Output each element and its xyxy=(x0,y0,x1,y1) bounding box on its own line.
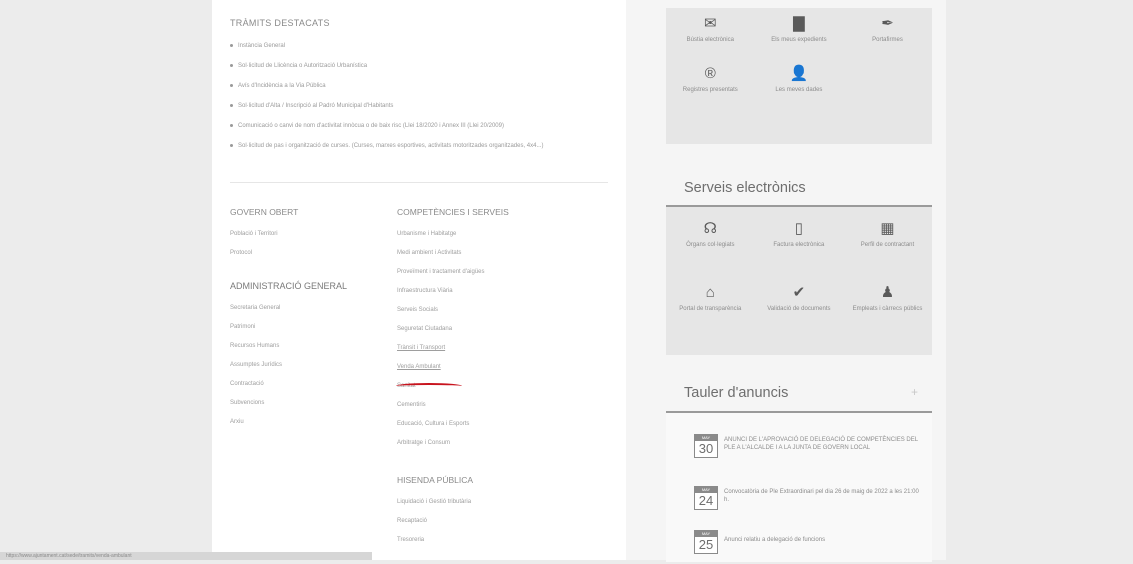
user-services-card: ✉ Bústia electrònica ▇ Els meus expedien… xyxy=(666,8,932,144)
notice-text[interactable]: Anunci relatiu a delegació de funcions xyxy=(724,536,924,544)
tile-bustia[interactable]: ✉ Bústia electrònica xyxy=(666,8,755,58)
tile-organs[interactable]: ☊ Òrgans col·legiats xyxy=(666,213,755,263)
govern-obert-section: GOVERN OBERT Població i Territori Protoc… xyxy=(230,206,400,268)
tile-registres[interactable]: ® Registres presentats xyxy=(666,58,755,108)
browser-status-bar: https://www.ajuntament.cat/sede/tramits/… xyxy=(0,552,372,560)
nav-link[interactable]: Cementiris xyxy=(397,401,567,420)
tile-factura[interactable]: ▯ Factura electrònica xyxy=(755,213,844,263)
envelope-icon: ✉ xyxy=(704,15,717,32)
notice-item[interactable]: MAY 25 Anunci relatiu a delegació de fun… xyxy=(694,530,924,564)
tile-label: Registres presentats xyxy=(682,87,738,93)
competencies-section: COMPETÈNCIES I SERVEIS Urbanisme i Habit… xyxy=(397,206,567,458)
tramit-link[interactable]: Avís d'Incidència a la Via Pública xyxy=(228,82,608,90)
nav-link[interactable]: Medi ambient i Activitats xyxy=(397,249,567,268)
calendar-date: MAY 24 xyxy=(694,486,718,510)
tile-label: Bústia electrònica xyxy=(686,37,734,43)
quill-icon: ✒ xyxy=(881,15,894,32)
tile-dades[interactable]: 👤 Les meves dades xyxy=(755,58,844,108)
tile-label: Òrgans col·legiats xyxy=(686,242,735,248)
nav-link[interactable]: Urbanisme i Habitatge xyxy=(397,230,567,249)
nav-link[interactable]: Serveis Socials xyxy=(397,306,567,325)
nav-link[interactable]: Secretaria General xyxy=(230,304,400,323)
tramit-link[interactable]: Instància General xyxy=(228,42,608,50)
tile-label: Els meus expedients xyxy=(771,37,827,43)
tile-label: Perfil de contractant xyxy=(860,242,915,248)
broadcast-icon: ☊ xyxy=(703,220,717,237)
administracio-section: ADMINISTRACIÓ GENERAL Secretaria General… xyxy=(230,280,400,437)
tile-portafirmes[interactable]: ✒ Portafirmes xyxy=(843,8,932,58)
registered-icon: ® xyxy=(704,65,716,82)
nav-link[interactable]: Arbitratge i Consum xyxy=(397,439,567,458)
nav-link-venda-ambulant[interactable]: Venda Ambulant xyxy=(397,363,567,382)
nav-link[interactable]: Educació, Cultura i Esports xyxy=(397,420,567,439)
divider xyxy=(230,182,608,183)
tile-label: Factura electrònica xyxy=(773,242,825,248)
nav-link[interactable]: Contractació xyxy=(230,380,400,399)
tile-label: Validació de documents xyxy=(767,306,831,312)
institution-icon: ⌂ xyxy=(705,284,715,301)
calendar-date: MAY 25 xyxy=(694,530,718,554)
tramits-list: Instància General Sol·licitud de Llicènc… xyxy=(228,42,608,162)
document-icon: ▯ xyxy=(794,220,804,237)
tile-label: Portafirmes xyxy=(872,37,903,43)
section-heading: HISENDA PÚBLICA xyxy=(397,475,474,485)
nav-link[interactable]: Tresoreria xyxy=(397,536,567,555)
section-heading: COMPETÈNCIES I SERVEIS xyxy=(397,207,509,217)
check-icon: ✔ xyxy=(792,284,806,301)
tile-label: Empleats i càrrecs públics xyxy=(852,306,923,312)
nav-link[interactable]: Liquidació i Gestió tributària xyxy=(397,498,567,517)
nav-link[interactable]: Infraestructura Viària xyxy=(397,287,567,306)
plus-icon[interactable]: + xyxy=(911,385,918,399)
tile-validacio[interactable]: ✔ Validació de documents xyxy=(755,277,844,327)
tramit-link[interactable]: Comunicació o canvi de nom d'activitat i… xyxy=(228,122,608,130)
nav-link[interactable]: Proveïment i tractament d'aigües xyxy=(397,268,567,287)
tramits-title: TRÀMITS DESTACATS xyxy=(230,18,330,28)
tile-label: Portal de transparència xyxy=(679,306,742,312)
tramit-link[interactable]: Sol·licitud d'Alta / Inscripció al Padró… xyxy=(228,102,608,110)
notice-text[interactable]: Convocatòria de Ple Extraordinari pel di… xyxy=(724,488,924,504)
tramit-link[interactable]: Sol·licitud de Llicència o Autorització … xyxy=(228,62,608,70)
nav-link[interactable]: Recaptació xyxy=(397,517,567,536)
user-icon: 👤 xyxy=(789,65,809,82)
tauler-title: Tauler d'anuncis xyxy=(684,385,789,401)
tile-label: Les meves dades xyxy=(775,87,823,93)
red-underline-annotation xyxy=(396,383,462,389)
nav-link[interactable]: Recursos Humans xyxy=(230,342,400,361)
employees-icon: ♟ xyxy=(880,284,895,301)
nav-link[interactable]: Població i Territori xyxy=(230,230,400,249)
section-heading: ADMINISTRACIÓ GENERAL xyxy=(230,281,348,291)
date-day: 25 xyxy=(698,537,714,552)
notice-text[interactable]: ANUNCI DE L'APROVACIÓ DE DELEGACIÓ DE CO… xyxy=(724,436,924,452)
notice-item[interactable]: MAY 30 ANUNCI DE L'APROVACIÓ DE DELEGACI… xyxy=(694,434,924,468)
nav-link[interactable]: Protocol xyxy=(230,249,400,268)
hisenda-section: HISENDA PÚBLICA Liquidació i Gestió trib… xyxy=(397,474,567,555)
briefcase-icon: ▦ xyxy=(880,220,895,237)
nav-link[interactable]: Seguretat Ciutadana xyxy=(397,325,567,344)
serveis-title: Serveis electrònics xyxy=(684,180,806,196)
tile-transparencia[interactable]: ⌂ Portal de transparència xyxy=(666,277,755,327)
date-day: 24 xyxy=(698,493,714,508)
nav-link[interactable]: Assumptes Jurídics xyxy=(230,361,400,380)
date-day: 30 xyxy=(698,441,714,456)
tile-perfil[interactable]: ▦ Perfil de contractant xyxy=(843,213,932,263)
serveis-card: ☊ Òrgans col·legiats ▯ Factura electròni… xyxy=(666,205,932,355)
section-heading: GOVERN OBERT xyxy=(230,207,299,217)
nav-link[interactable]: Trànsit i Transport xyxy=(397,344,567,363)
notice-item[interactable]: MAY 24 Convocatòria de Ple Extraordinari… xyxy=(694,486,924,520)
nav-link[interactable]: Arxiu xyxy=(230,418,400,437)
calendar-date: MAY 30 xyxy=(694,434,718,458)
tramit-link[interactable]: Sol·licitud de pas i organització de cur… xyxy=(228,142,568,150)
nav-link[interactable]: Subvencions xyxy=(230,399,400,418)
nav-link[interactable]: Patrimoni xyxy=(230,323,400,342)
tile-empleats[interactable]: ♟ Empleats i càrrecs públics xyxy=(843,277,932,327)
folder-icon: ▇ xyxy=(793,15,805,32)
tile-expedients[interactable]: ▇ Els meus expedients xyxy=(755,8,844,58)
